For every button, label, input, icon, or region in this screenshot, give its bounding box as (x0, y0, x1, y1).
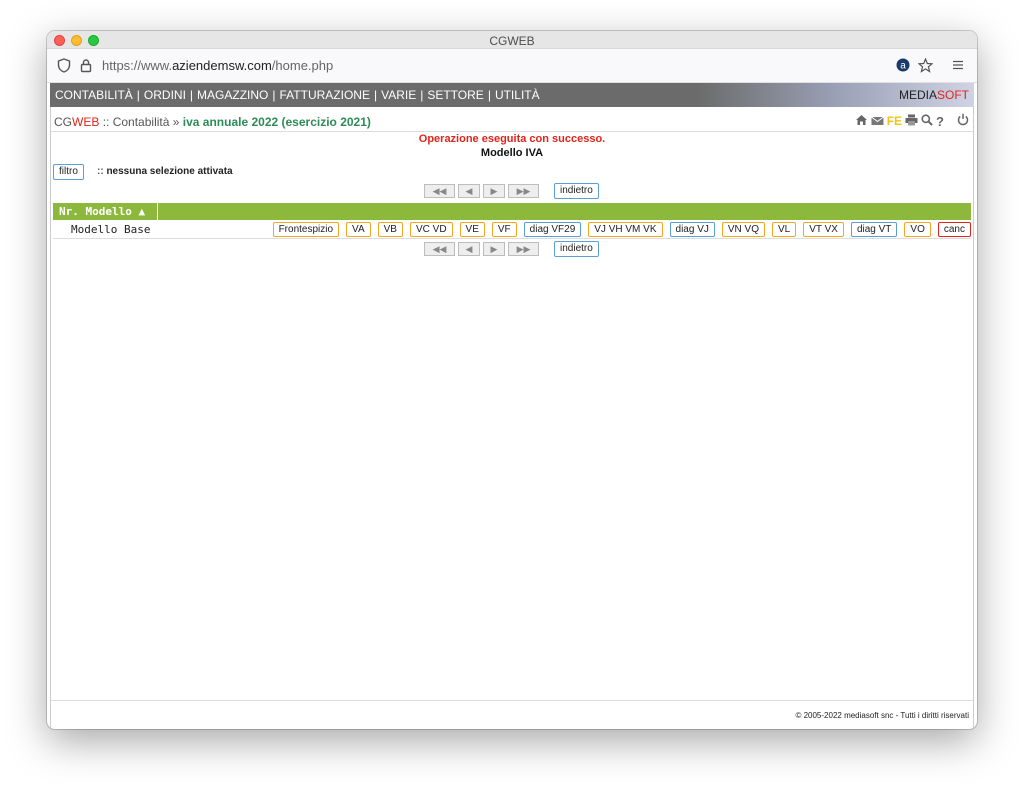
bookmark-star-icon[interactable] (917, 57, 934, 76)
url-prefix: https://www. (102, 58, 173, 73)
first-page-button[interactable]: ◀◀ (424, 242, 455, 256)
action-frontespizio-button[interactable]: Frontespizio (272, 222, 340, 237)
table-header: Nr. Modello ▲ (53, 203, 971, 220)
menu-varie[interactable]: VARIE (381, 88, 416, 102)
print-icon[interactable] (905, 114, 918, 129)
action-canc-button[interactable]: canc (937, 222, 971, 237)
footer-divider (51, 700, 973, 701)
breadcrumb: CGWEB :: Contabilità » iva annuale 2022 … (54, 115, 371, 129)
menu-contabilita[interactable]: CONTABILITÀ (55, 88, 133, 102)
address-bar[interactable]: https://www.aziendemsw.com/home.php (102, 58, 333, 73)
pager-bottom: ◀◀ ◀ ▶ ▶▶ (424, 242, 539, 256)
url-path: /home.php (271, 58, 334, 73)
extension-icon[interactable]: a (896, 58, 910, 75)
action-vl-button[interactable]: VL (772, 222, 797, 237)
row-actions: Frontespizio VA VB VC VD VE VF diag VF29… (272, 222, 971, 237)
action-ve-button[interactable]: VE (459, 222, 485, 237)
row-label: Modello Base (71, 223, 151, 236)
browser-window: CGWEB https://www.aziendemsw.com/home.ph… (47, 31, 977, 729)
success-message: Operazione eseguita con successo. (418, 133, 606, 145)
action-vo-button[interactable]: VO (904, 222, 931, 237)
mail-icon[interactable] (870, 114, 884, 129)
table-row: Modello Base Frontespizio VA VB VC VD VE… (53, 221, 971, 239)
next-page-button[interactable]: ▶ (483, 184, 505, 198)
svg-text:a: a (900, 61, 906, 72)
pager-top: ◀◀ ◀ ▶ ▶▶ (424, 184, 539, 198)
action-vc-vd-button[interactable]: VC VD (409, 222, 453, 237)
action-vt-vx-button[interactable]: VT VX (803, 222, 844, 237)
back-button[interactable]: indietro (554, 241, 599, 257)
breadcrumb-sep: » (172, 115, 180, 129)
tool-icons: FE ? (855, 113, 969, 129)
title-bar: CGWEB (47, 31, 977, 49)
window-title: CGWEB (489, 34, 535, 48)
brand-media: MEDIA (898, 88, 937, 102)
main-menu-bar: CONTABILITÀ | ORDINI | MAGAZZINO | FATTURAZION… (50, 83, 974, 107)
last-page-button[interactable]: ▶▶ (508, 242, 539, 256)
action-va-button[interactable]: VA (346, 222, 371, 237)
action-diag-vt-button[interactable]: diag VT (850, 222, 898, 237)
search-icon[interactable] (921, 113, 933, 129)
back-button[interactable]: indietro (554, 183, 599, 199)
brand-logo: MEDIASOFT (899, 88, 969, 102)
filter-prefix: :: (97, 166, 104, 177)
filter-status: :: nessuna selezione attivata (97, 166, 233, 177)
power-logout-icon[interactable] (957, 113, 969, 129)
breadcrumb-cg[interactable]: CG (54, 115, 72, 129)
column-header-nr-modello[interactable]: Nr. Modello ▲ (53, 203, 158, 220)
shield-icon[interactable] (57, 58, 71, 76)
breadcrumb-sep: :: (102, 115, 110, 129)
prev-page-button[interactable]: ◀ (458, 184, 480, 198)
breadcrumb-current: iva annuale 2022 (esercizio 2021) (182, 115, 371, 129)
last-page-button[interactable]: ▶▶ (508, 184, 539, 198)
prev-page-button[interactable]: ◀ (458, 242, 480, 256)
main-content: CGWEB :: Contabilità » iva annuale 2022 … (50, 107, 974, 729)
page-title: Modello IVA (480, 147, 544, 159)
next-page-button[interactable]: ▶ (483, 242, 505, 256)
action-diag-vf29-button[interactable]: diag VF29 (523, 222, 582, 237)
url-domain: aziendemsw.com (172, 58, 272, 73)
browser-toolbar: https://www.aziendemsw.com/home.php a (47, 49, 977, 83)
action-vj-vh-vm-vk-button[interactable]: VJ VH VM VK (588, 222, 663, 237)
divider (51, 131, 973, 132)
breadcrumb-web[interactable]: WEB (72, 115, 99, 129)
first-page-button[interactable]: ◀◀ (424, 184, 455, 198)
action-diag-vj-button[interactable]: diag VJ (669, 222, 715, 237)
menu-ordini[interactable]: ORDINI (144, 88, 186, 102)
menu-magazzino[interactable]: MAGAZZINO (197, 88, 268, 102)
menu-hamburger-icon[interactable] (952, 58, 964, 74)
menu-utilita[interactable]: UTILITÀ (495, 88, 540, 102)
footer-copyright: © 2005-2022 mediasoft snc - Tutti i diri… (795, 711, 969, 720)
fe-electronic-invoice-icon[interactable]: FE (887, 114, 902, 128)
help-icon[interactable]: ? (936, 114, 944, 129)
main-menu: CONTABILITÀ | ORDINI | MAGAZZINO | FATTURAZION… (55, 88, 540, 102)
menu-settore[interactable]: SETTORE (427, 88, 483, 102)
lock-icon[interactable] (80, 58, 92, 76)
action-vn-vq-button[interactable]: VN VQ (721, 222, 765, 237)
brand-soft: SOFT (937, 88, 969, 102)
menu-fatturazione[interactable]: FATTURAZIONE (280, 88, 370, 102)
filter-button[interactable]: filtro (53, 164, 84, 180)
filter-status-text: nessuna selezione attivata (106, 166, 233, 177)
action-vb-button[interactable]: VB (377, 222, 403, 237)
action-vf-button[interactable]: VF (491, 222, 517, 237)
home-icon[interactable] (855, 114, 868, 129)
breadcrumb-section[interactable]: Contabilità (113, 115, 170, 129)
